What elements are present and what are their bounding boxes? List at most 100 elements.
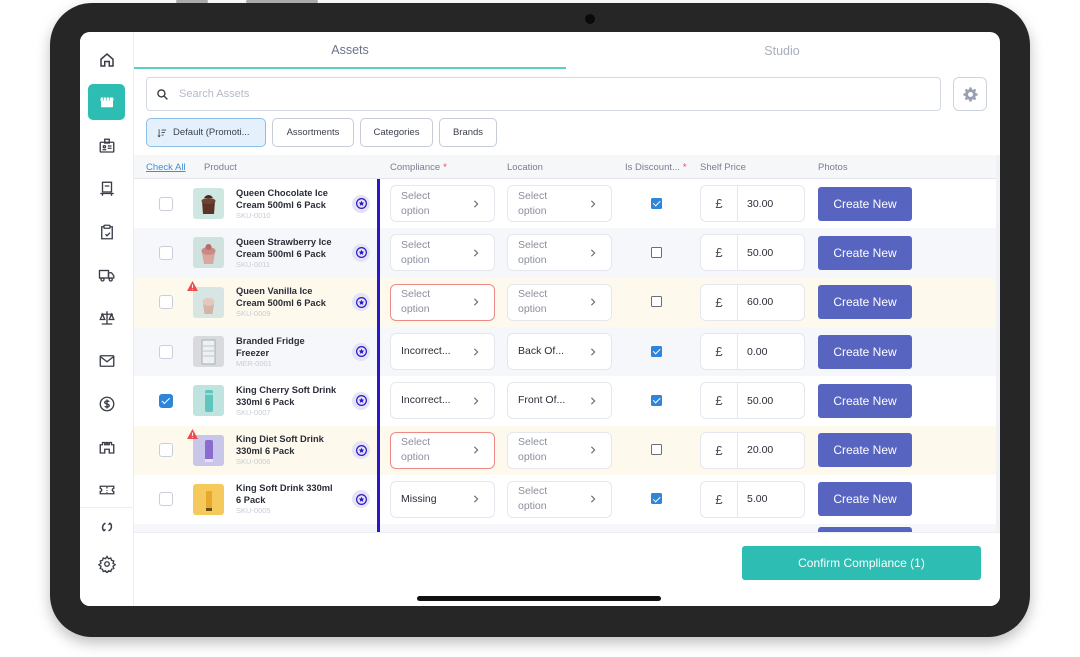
create-photo-button[interactable]: Create New (818, 433, 912, 468)
location-value: Select option (518, 288, 548, 316)
create-photo-button[interactable]: Create New (818, 383, 912, 418)
product-name-line: Branded Fridge (236, 335, 305, 346)
row-checkbox[interactable] (159, 492, 173, 507)
frozen-column-divider (377, 179, 380, 532)
row-checkbox[interactable] (159, 245, 173, 260)
confirm-compliance-button[interactable]: Confirm Compliance (1) (742, 546, 981, 580)
product-thumbnail (193, 385, 224, 417)
product-sku: SKU-0011 (236, 259, 271, 269)
sidebar-item-messages[interactable] (88, 343, 125, 379)
location-select[interactable]: Front Of... (507, 382, 612, 420)
shelf-price-field: £ (700, 333, 805, 371)
tab-studio[interactable]: Studio (566, 32, 998, 69)
row-checkbox[interactable] (159, 196, 173, 211)
feature-star-button[interactable] (352, 243, 370, 262)
discount-checkbox[interactable] (651, 296, 662, 308)
feature-star-button[interactable] (352, 391, 370, 410)
check-all-link[interactable]: Check All (146, 162, 186, 173)
row-checkbox[interactable] (159, 443, 173, 458)
location-select[interactable]: Back Of... (507, 333, 612, 371)
discount-checkbox[interactable] (651, 246, 662, 258)
compliance-select[interactable]: Select option (390, 185, 495, 223)
shelf-price-input[interactable] (738, 246, 798, 259)
table-scrollbar[interactable] (996, 155, 1000, 532)
chevron-right-icon (473, 495, 479, 504)
product-thumbnail (193, 237, 224, 269)
create-photo-button[interactable]: Create New (818, 482, 912, 517)
shelf-price-input[interactable] (738, 394, 798, 407)
categories-chip[interactable]: Categories (360, 118, 433, 147)
sidebar-item-home[interactable] (88, 42, 125, 78)
compliance-select[interactable]: Select option (390, 431, 495, 469)
discount-checkbox[interactable] (651, 345, 662, 357)
sidebar-item-settings[interactable] (88, 546, 125, 582)
table-row: King Cherry Soft Drink 330ml 6 Pack SKU-00… (134, 376, 996, 426)
column-shelf-price: Shelf Price (700, 161, 746, 173)
tab-bar: Assets Studio (134, 32, 1000, 70)
shelf-price-input[interactable] (738, 197, 798, 210)
table-row: Queen Chocolate Ice Cream 500ml 6 Pack SKU… (134, 179, 996, 229)
discount-checkbox[interactable] (651, 394, 662, 406)
sidebar-item-sync[interactable] (88, 509, 125, 545)
product-name-line: King Cherry Soft Drink (236, 384, 337, 395)
product-name-line: Queen Chocolate Ice (236, 187, 328, 198)
star-icon (355, 346, 367, 358)
create-photo-button[interactable]: Create New (818, 285, 912, 320)
location-select[interactable]: Select option (507, 431, 612, 469)
search-input[interactable] (179, 88, 879, 100)
location-select[interactable]: Select option (507, 234, 612, 272)
product-name: King Soft Drink 330ml 6 Pack (236, 482, 346, 506)
star-icon (355, 296, 367, 308)
ticket-icon (99, 485, 114, 495)
settings-button[interactable] (953, 77, 987, 111)
discount-checkbox[interactable] (651, 493, 662, 505)
sidebar-item-tickets[interactable] (88, 472, 125, 508)
feature-star-button[interactable] (352, 441, 370, 460)
create-photo-button[interactable]: Create New (818, 235, 912, 270)
sidebar-item-store[interactable] (88, 84, 125, 120)
row-checkbox[interactable] (159, 344, 173, 359)
truck-icon (98, 269, 114, 282)
brands-chip[interactable]: Brands (439, 118, 497, 147)
compliance-select[interactable]: Select option (390, 234, 495, 272)
sort-chip[interactable]: Default (Promoti... (146, 118, 266, 147)
sidebar-item-kiosk[interactable] (88, 171, 125, 207)
create-photo-button[interactable]: Create New (818, 186, 912, 221)
create-photo-button[interactable]: Create New (818, 334, 912, 369)
sidebar-item-compliance-scale[interactable] (88, 300, 125, 336)
row-checkbox[interactable] (159, 393, 173, 408)
location-value: Back Of... (518, 345, 565, 358)
location-select[interactable]: Select option (507, 480, 612, 518)
sidebar-item-delivery[interactable] (88, 257, 125, 293)
shelf-price-input[interactable] (738, 296, 798, 309)
sidebar-item-pricing[interactable] (88, 386, 125, 422)
home-icon (99, 53, 114, 67)
castle-icon (99, 441, 114, 454)
feature-star-button[interactable] (352, 342, 370, 361)
discount-checkbox[interactable] (651, 444, 662, 456)
sidebar-item-id-badge[interactable] (88, 128, 125, 164)
tab-assets[interactable]: Assets (134, 32, 566, 69)
gear-icon (97, 555, 116, 573)
compliance-select[interactable]: Incorrect... (390, 333, 495, 371)
sidebar-item-castle[interactable] (88, 429, 125, 465)
hardware-button (246, 0, 318, 3)
product-sku: SKU-0006 (236, 457, 271, 467)
assortments-chip[interactable]: Assortments (272, 118, 354, 147)
currency-symbol: £ (701, 481, 738, 517)
compliance-select[interactable]: Missing (390, 480, 495, 518)
feature-star-button[interactable] (352, 194, 370, 213)
compliance-select[interactable]: Select option (390, 283, 495, 321)
shelf-price-input[interactable] (738, 345, 798, 358)
location-select[interactable]: Select option (507, 185, 612, 223)
feature-star-button[interactable] (352, 490, 370, 509)
location-select[interactable]: Select option (507, 283, 612, 321)
row-checkbox[interactable] (159, 295, 173, 310)
compliance-select[interactable]: Incorrect... (390, 382, 495, 420)
mail-icon (99, 355, 114, 367)
feature-star-button[interactable] (352, 293, 370, 312)
shelf-price-input[interactable] (738, 493, 798, 506)
sidebar-item-clipboard-check[interactable] (88, 214, 125, 250)
discount-checkbox[interactable] (651, 197, 662, 209)
shelf-price-input[interactable] (738, 444, 798, 457)
